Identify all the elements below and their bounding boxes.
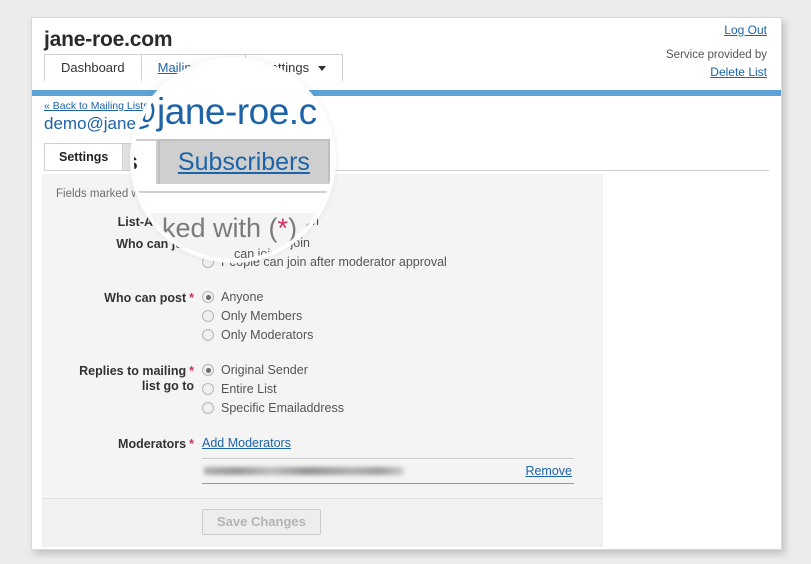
radio-option-post-anyone[interactable]: Anyone (202, 290, 593, 304)
form-row-who-can-post: Who can post* Anyone Only Members Only M… (52, 290, 593, 347)
moderator-list-item: Remove (202, 458, 574, 484)
back-to-mailing-lists-link[interactable]: « Back to Mailing Lists (44, 100, 148, 112)
radio-label-post-only-members: Only Members (221, 309, 302, 323)
radio-post-only-members[interactable] (202, 310, 214, 322)
save-changes-button[interactable]: Save Changes (202, 509, 321, 535)
moderator-email-redacted (204, 467, 404, 475)
tab-settings[interactable]: Settings (44, 143, 123, 170)
magnified-required-note: ked with (*) are (162, 213, 332, 244)
label-who-can-post: Who can post* (52, 290, 194, 306)
delete-list-link[interactable]: Delete List (710, 65, 767, 79)
magnified-tab-subscribers[interactable]: Subscribers (158, 139, 330, 184)
field-replies-go-to: Original Sender Entire List Specific Ema… (194, 363, 593, 420)
radio-option-entire-list[interactable]: Entire List (202, 382, 593, 396)
radio-post-only-moderators[interactable] (202, 329, 214, 341)
field-moderators: Add Moderators Remove (194, 436, 593, 484)
radio-post-anyone[interactable] (202, 291, 214, 303)
radio-option-original-sender[interactable]: Original Sender (202, 363, 593, 377)
radio-label-entire-list: Entire List (221, 382, 277, 396)
nav-tab-dashboard[interactable]: Dashboard (44, 54, 142, 81)
remove-moderator-link[interactable]: Remove (525, 464, 572, 478)
label-replies-line2: list go to (142, 379, 194, 393)
magnifier-lens: @jane-roe.c s Subscribers ked with (*) a… (134, 61, 332, 259)
label-replies-line1: Replies to mailing (79, 364, 186, 378)
radio-original-sender[interactable] (202, 364, 214, 376)
label-moderators: Moderators* (52, 436, 194, 452)
magnified-join-fragment: can join (234, 247, 277, 259)
logout-link[interactable]: Log Out (724, 23, 767, 37)
radio-label-original-sender: Original Sender (221, 363, 308, 377)
radio-option-post-only-moderators[interactable]: Only Moderators (202, 328, 593, 342)
form-footer: Save Changes (42, 498, 603, 547)
service-provided-by-note: Service provided by (666, 49, 767, 61)
add-moderators-link[interactable]: Add Moderators (202, 436, 291, 450)
magnified-note-star: * (278, 213, 289, 243)
radio-entire-list[interactable] (202, 383, 214, 395)
label-replies-go-to: Replies to mailing* list go to (52, 363, 194, 394)
label-who-can-post-text: Who can post (104, 291, 186, 305)
radio-option-specific-emailaddress[interactable]: Specific Emailaddress (202, 401, 593, 415)
radio-option-post-only-members[interactable]: Only Members (202, 309, 593, 323)
magnified-note-post: ) are (288, 213, 332, 243)
radio-label-specific-emailaddress: Specific Emailaddress (221, 401, 344, 415)
magnified-tab-underline (134, 191, 332, 215)
field-who-can-post: Anyone Only Members Only Moderators (194, 290, 593, 347)
form-row-moderators: Moderators* Add Moderators Remove (52, 436, 593, 484)
magnifier-content: @jane-roe.c s Subscribers ked with (*) a… (134, 61, 332, 259)
page-title: jane-roe.com (44, 28, 172, 52)
form-row-replies-go-to: Replies to mailing* list go to Original … (52, 363, 593, 420)
radio-label-post-anyone: Anyone (221, 290, 263, 304)
magnified-tab-settings[interactable]: s (134, 139, 158, 184)
radio-specific-emailaddress[interactable] (202, 402, 214, 414)
application-window: jane-roe.com Log Out Service provided by… (31, 17, 782, 550)
radio-label-post-only-moderators: Only Moderators (221, 328, 313, 342)
magnified-list-address: @jane-roe.c (134, 91, 317, 133)
magnified-note-pre: ked with ( (162, 213, 278, 243)
magnified-tabs: s Subscribers (134, 139, 330, 184)
label-moderators-text: Moderators (118, 437, 186, 451)
